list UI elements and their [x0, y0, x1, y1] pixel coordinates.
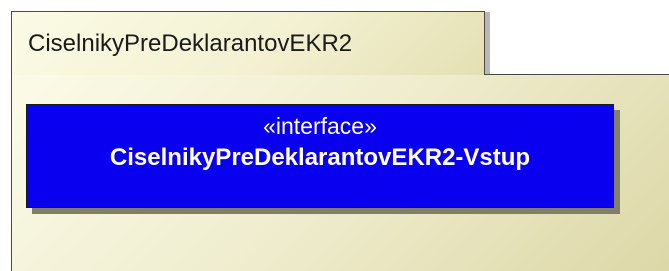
interface-stereotype: «interface»	[263, 113, 377, 139]
interface-name: CiselnikyPreDeklarantovEKR2-Vstup	[109, 144, 531, 171]
package-name: CiselnikyPreDeklarantovEKR2	[28, 30, 353, 57]
diagram-canvas: CiselnikyPreDeklarantovEKR2 «interface» …	[0, 0, 669, 271]
package-tab[interactable]: CiselnikyPreDeklarantovEKR2	[11, 11, 485, 75]
interface-box[interactable]: «interface» CiselnikyPreDeklarantovEKR2-…	[26, 104, 614, 208]
